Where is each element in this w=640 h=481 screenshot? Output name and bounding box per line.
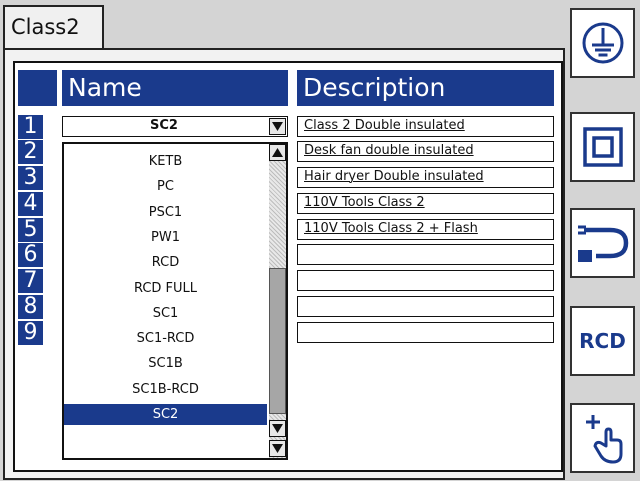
description-field[interactable] [297, 296, 554, 317]
scroll-thumb[interactable] [269, 268, 286, 414]
dropdown-option[interactable]: PC [64, 176, 267, 197]
dropdown-option[interactable]: SC1 [64, 303, 267, 324]
row-number: 4 [18, 192, 43, 216]
description-text: 110V Tools Class 2 + Flash [304, 221, 478, 236]
description-text: Class 2 Double insulated [304, 118, 465, 133]
dropdown-scrollbar[interactable] [269, 144, 286, 458]
dropdown-option[interactable]: PSC1 [64, 202, 267, 223]
row-number: 8 [18, 295, 43, 319]
description-field[interactable]: Hair dryer Double insulated [297, 167, 554, 188]
description-field[interactable] [297, 322, 554, 343]
earth-test-button[interactable] [570, 8, 635, 78]
description-field[interactable]: Class 2 Double insulated [297, 116, 554, 137]
dropdown-option[interactable]: SC1B-RCD [64, 379, 267, 400]
scroll-up-button[interactable] [269, 144, 286, 161]
double-insulation-icon [582, 127, 623, 167]
row-number: 5 [18, 218, 43, 242]
combo-dropdown-button[interactable] [269, 118, 286, 135]
scroll-down-button[interactable] [269, 420, 286, 437]
scroll-end-button[interactable] [269, 440, 286, 457]
dropdown-option[interactable]: KETB [64, 151, 267, 172]
description-column-header: Description [297, 70, 554, 106]
touch-test-button[interactable] [570, 403, 635, 473]
description-field[interactable] [297, 270, 554, 291]
description-text: 110V Tools Class 2 [304, 195, 425, 210]
dropdown-option[interactable]: SC2 [64, 404, 267, 425]
earth-ground-icon [582, 22, 623, 64]
chevron-down-icon [272, 122, 283, 131]
power-plug-icon [577, 225, 628, 262]
chevron-down-icon [272, 424, 283, 433]
row-number: 3 [18, 166, 43, 190]
plug-test-button[interactable] [570, 208, 635, 278]
rcd-test-button[interactable]: RCD [570, 306, 635, 376]
dropdown-option[interactable]: RCD [64, 252, 267, 273]
rcd-label: RCD [579, 329, 626, 353]
row-number-header [18, 70, 57, 106]
arrow-up-icon [272, 148, 283, 157]
dropdown-option[interactable]: SC1B [64, 353, 267, 374]
name-combo-row1[interactable]: SC2 [62, 116, 288, 137]
name-combo-value: SC2 [150, 118, 178, 133]
description-field[interactable] [297, 244, 554, 265]
dropdown-option[interactable]: SC1-RCD [64, 328, 267, 349]
name-dropdown-list[interactable]: KETB PC PSC1 PW1 RCD RCD FULL SC1 SC1-RCD SC1B SC… [62, 142, 288, 460]
description-text: Hair dryer Double insulated [304, 169, 484, 184]
name-header-label: Name [68, 73, 142, 102]
row-number: 6 [18, 243, 43, 267]
chevron-down-icon [272, 444, 283, 453]
row-number: 1 [18, 115, 43, 139]
row-number: 2 [18, 140, 43, 164]
row-number: 7 [18, 269, 43, 293]
touch-hand-icon [585, 415, 622, 464]
description-header-label: Description [303, 73, 446, 102]
dropdown-option[interactable]: RCD FULL [64, 278, 267, 299]
tab-class2[interactable]: Class2 [3, 5, 104, 49]
name-column-header: Name [62, 70, 288, 106]
class2-test-button[interactable] [570, 112, 635, 182]
description-field[interactable]: 110V Tools Class 2 + Flash [297, 219, 554, 240]
description-field[interactable]: 110V Tools Class 2 [297, 193, 554, 214]
description-field[interactable]: Desk fan double insulated [297, 141, 554, 162]
tab-label: Class2 [11, 15, 80, 39]
description-text: Desk fan double insulated [304, 143, 474, 158]
dropdown-option[interactable]: PW1 [64, 227, 267, 248]
row-number: 9 [18, 321, 43, 345]
